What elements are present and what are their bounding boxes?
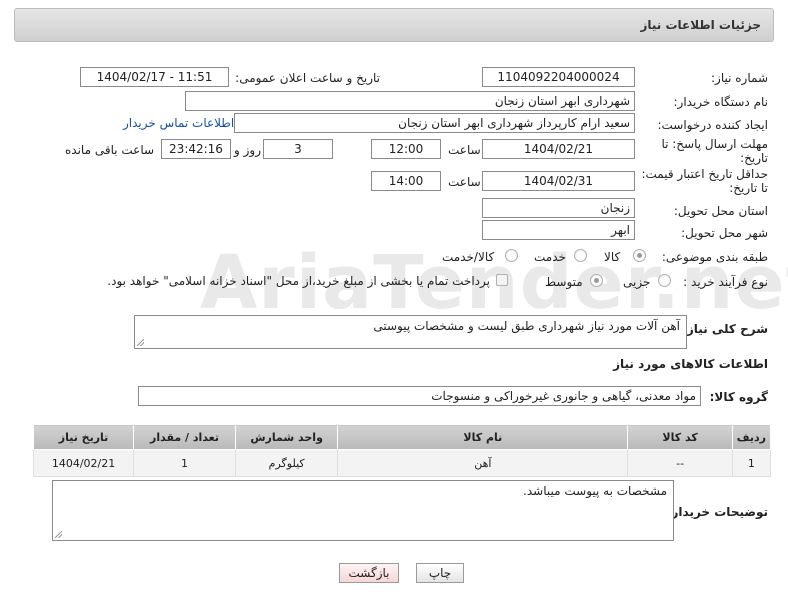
table-row: 1 -- آهن کیلوگرم 1 1404/02/21 bbox=[32, 449, 772, 477]
announce-date-field: 1404/02/17 - 11:51 bbox=[80, 67, 229, 87]
announce-date-label: تاریخ و ساعت اعلان عمومی: bbox=[235, 71, 380, 85]
cell-quantity: 1 bbox=[133, 449, 236, 477]
category-radio-service[interactable] bbox=[574, 249, 587, 262]
requester-label: ایجاد کننده درخواست: bbox=[657, 118, 768, 132]
treasury-payment-note: پرداخت تمام یا بخشی از مبلغ خرید،از محل … bbox=[107, 274, 490, 288]
category-option-service: خدمت bbox=[534, 250, 566, 264]
goods-table: ردیف کد کالا نام کالا واحد شمارش تعداد /… bbox=[32, 424, 772, 477]
buyer-contact-link[interactable]: اطلاعات تماس خریدار bbox=[123, 116, 234, 130]
cell-item-name: آهن bbox=[337, 449, 629, 477]
cell-row-number: 1 bbox=[731, 449, 772, 477]
description-text: آهن آلات مورد نیاز شهرداری طبق لیست و مش… bbox=[373, 319, 680, 333]
buyer-notes-textarea[interactable]: مشخصات به پیوست میباشد. bbox=[52, 480, 674, 541]
goods-group-field: مواد معدنی، گیاهی و جانوری غیرخوراکی و م… bbox=[138, 386, 701, 406]
goods-group-label: گروه کالا: bbox=[709, 390, 768, 404]
buyer-notes-text: مشخصات به پیوست میباشد. bbox=[523, 484, 667, 498]
category-label: طبقه بندی موضوعی: bbox=[661, 250, 768, 264]
resize-grip-icon[interactable] bbox=[55, 531, 62, 538]
description-label: شرح کلی نیاز: bbox=[682, 322, 768, 336]
reply-time-label: ساعت bbox=[448, 143, 481, 157]
reply-deadline-date: 1404/02/21 bbox=[482, 139, 635, 159]
process-radio-medium[interactable] bbox=[590, 274, 603, 287]
back-button[interactable]: بازگشت bbox=[339, 563, 399, 583]
time-remaining-field: 23:42:16 bbox=[161, 139, 231, 159]
category-option-goods-service: کالا/خدمت bbox=[442, 250, 495, 264]
col-item-name: نام کالا bbox=[337, 424, 629, 450]
delivery-province-field: زنجان bbox=[482, 198, 635, 218]
cell-unit: کیلوگرم bbox=[234, 449, 339, 477]
process-type-label: نوع فرآیند خرید : bbox=[683, 275, 768, 289]
need-number-label: شماره نیاز: bbox=[711, 71, 768, 85]
col-row-number: ردیف bbox=[731, 424, 772, 450]
requester-field: سعید ارام کارپرداز شهرداری ابهر استان زن… bbox=[234, 113, 635, 133]
price-validity-time: 14:00 bbox=[371, 171, 441, 191]
col-unit: واحد شمارش bbox=[234, 424, 339, 450]
buyer-org-label: نام دستگاه خریدار: bbox=[673, 95, 769, 109]
process-option-minor: جزیی bbox=[623, 275, 651, 289]
price-validity-label: حداقل تاریخ اعتبار قیمت: تا تاریخ: bbox=[641, 167, 768, 195]
process-radio-minor[interactable] bbox=[658, 274, 671, 287]
col-quantity: تعداد / مقدار bbox=[133, 424, 236, 450]
resize-grip-icon[interactable] bbox=[137, 339, 144, 346]
category-radio-goods[interactable] bbox=[633, 249, 646, 262]
print-button[interactable]: چاپ bbox=[416, 563, 464, 583]
col-need-date: تاریخ نیاز bbox=[32, 424, 135, 450]
page-header: جزئیات اطلاعات نیاز bbox=[14, 8, 774, 42]
days-remaining-field: 3 bbox=[263, 139, 333, 159]
days-label: روز و bbox=[234, 143, 261, 157]
goods-section-title: اطلاعات کالاهای مورد نیاز bbox=[613, 357, 768, 371]
price-validity-time-label: ساعت bbox=[448, 175, 481, 189]
cell-item-code: -- bbox=[627, 449, 733, 477]
delivery-city-label: شهر محل تحویل: bbox=[681, 226, 768, 240]
reply-deadline-label: مهلت ارسال پاسخ: تا تاریخ: bbox=[661, 137, 768, 165]
price-validity-date: 1404/02/31 bbox=[482, 171, 635, 191]
need-number-field: 1104092204000024 bbox=[482, 67, 635, 87]
page-title: جزئیات اطلاعات نیاز bbox=[640, 18, 761, 32]
table-header-row: ردیف کد کالا نام کالا واحد شمارش تعداد /… bbox=[32, 424, 772, 450]
buyer-org-field: شهرداری ابهر استان زنجان bbox=[185, 91, 635, 111]
cell-need-date: 1404/02/21 bbox=[32, 449, 135, 477]
delivery-province-label: استان محل تحویل: bbox=[673, 204, 768, 218]
buyer-notes-label: توضیحات خریدار: bbox=[666, 505, 768, 519]
treasury-payment-checkbox[interactable] bbox=[496, 274, 508, 286]
category-radio-goods-service[interactable] bbox=[505, 249, 518, 262]
category-option-goods: کالا bbox=[604, 250, 621, 264]
reply-deadline-time: 12:00 bbox=[371, 139, 441, 159]
col-item-code: کد کالا bbox=[627, 424, 733, 450]
description-textarea[interactable]: آهن آلات مورد نیاز شهرداری طبق لیست و مش… bbox=[134, 315, 687, 349]
time-remaining-label: ساعت باقی مانده bbox=[65, 143, 155, 157]
process-option-medium: متوسط bbox=[545, 275, 583, 289]
delivery-city-field: ابهر bbox=[482, 220, 635, 240]
